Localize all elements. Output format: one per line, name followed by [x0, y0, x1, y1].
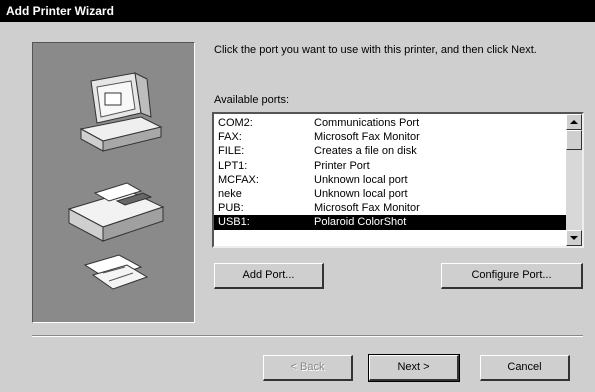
port-description: Microsoft Fax Monitor	[314, 131, 420, 144]
separator-line	[32, 335, 583, 337]
printer-computer-illustration	[67, 72, 165, 290]
scroll-down-button[interactable]	[566, 230, 582, 246]
port-name: PUB:	[218, 202, 244, 215]
port-description: Creates a file on disk	[314, 145, 417, 158]
port-name: FILE:	[218, 145, 245, 158]
add-port-button[interactable]: Add Port...	[214, 263, 324, 289]
port-name: LPT1:	[218, 159, 248, 172]
port-list-item[interactable]: FAX: Microsoft Fax Monitor	[214, 130, 566, 144]
window-title: Add Printer Wizard	[6, 4, 114, 18]
available-ports-listbox[interactable]: COM2: Communications Port FAX: Microsoft Fa…	[212, 112, 584, 248]
ports-scrollbar[interactable]	[566, 114, 582, 246]
port-description: Polaroid ColorShot	[314, 216, 407, 229]
configure-port-button[interactable]: Configure Port...	[441, 263, 583, 289]
port-list-item[interactable]: FILE: Creates a file on disk	[214, 144, 566, 158]
port-list-item[interactable]: PUB: Microsoft Fax Monitor	[214, 201, 566, 215]
port-list-item[interactable]: neke Unknown local port	[214, 187, 566, 201]
port-name: neke	[218, 187, 242, 200]
port-description: Microsoft Fax Monitor	[314, 202, 420, 215]
port-name: MCFAX:	[218, 173, 259, 186]
port-description: Unknown local port	[314, 173, 408, 186]
scroll-thumb[interactable]	[566, 130, 582, 150]
instructions-text: Click the port you want to use with this…	[214, 44, 537, 56]
next-button[interactable]: Next >	[368, 354, 460, 382]
port-description: Communications Port	[314, 117, 420, 129]
arrow-up-icon	[570, 120, 578, 124]
arrow-down-icon	[570, 236, 578, 240]
wizard-illustration	[32, 42, 195, 323]
ports-list: COM2: Communications Port FAX: Microsoft Fa…	[214, 116, 566, 230]
title-bar: Add Printer Wizard	[0, 0, 595, 22]
port-description: Printer Port	[314, 159, 370, 172]
port-description: Unknown local port	[314, 187, 408, 200]
port-list-item[interactable]: COM2: Communications Port	[214, 116, 566, 130]
scroll-up-button[interactable]	[566, 114, 582, 130]
port-name: USB1:	[218, 216, 250, 229]
cancel-button[interactable]: Cancel	[480, 355, 570, 381]
port-list-item[interactable]: LPT1: Printer Port	[214, 159, 566, 173]
back-button[interactable]: < Back	[263, 355, 353, 381]
port-name: COM2:	[218, 117, 253, 129]
port-list-item[interactable]: USB1: Polaroid ColorShot	[214, 215, 566, 230]
available-ports-label: Available ports:	[214, 94, 290, 106]
port-list-item[interactable]: MCFAX: Unknown local port	[214, 173, 566, 187]
port-name: FAX:	[218, 131, 242, 144]
